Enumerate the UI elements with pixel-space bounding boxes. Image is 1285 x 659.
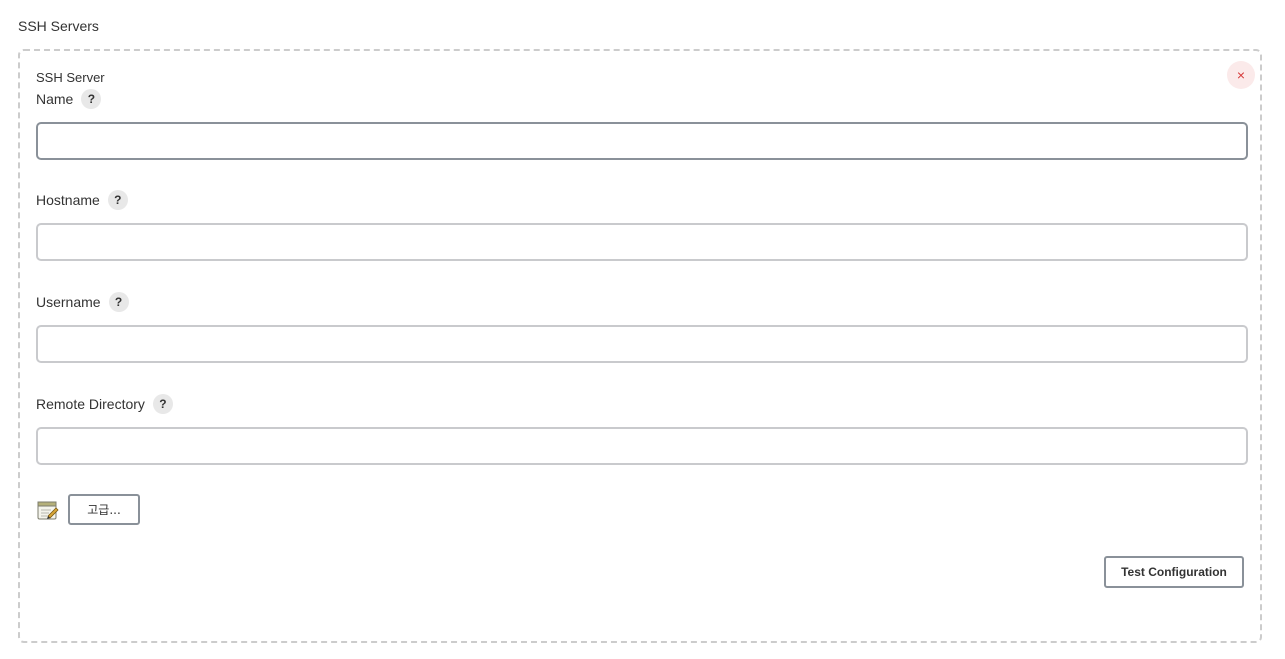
username-label-row: Username ? <box>36 292 129 312</box>
username-input[interactable] <box>36 325 1248 363</box>
hostname-label: Hostname <box>36 192 100 208</box>
name-input[interactable] <box>36 122 1248 160</box>
chunk-header: SSH Server <box>36 70 105 85</box>
test-configuration-button[interactable]: Test Configuration <box>1104 556 1244 588</box>
advanced-button[interactable]: 고급... <box>68 494 140 525</box>
hostname-input[interactable] <box>36 223 1248 261</box>
remote-directory-help-icon[interactable]: ? <box>152 394 173 414</box>
ssh-server-chunk: SSH Server × Name ? Hostname ? Username … <box>18 49 1262 643</box>
username-help-icon[interactable]: ? <box>108 292 129 312</box>
remote-directory-input[interactable] <box>36 427 1248 465</box>
name-label: Name <box>36 91 74 107</box>
section-title: SSH Servers <box>18 18 99 34</box>
name-help-icon[interactable]: ? <box>81 89 102 109</box>
delete-button[interactable]: × <box>1227 61 1255 89</box>
hostname-help-icon[interactable]: ? <box>107 190 128 210</box>
hostname-label-row: Hostname ? <box>36 190 128 210</box>
username-label: Username <box>36 294 101 310</box>
close-icon: × <box>1236 67 1246 83</box>
remote-directory-label-row: Remote Directory ? <box>36 394 173 414</box>
name-label-row: Name ? <box>36 89 102 109</box>
notepad-icon[interactable] <box>37 499 59 521</box>
remote-directory-label: Remote Directory <box>36 396 145 412</box>
